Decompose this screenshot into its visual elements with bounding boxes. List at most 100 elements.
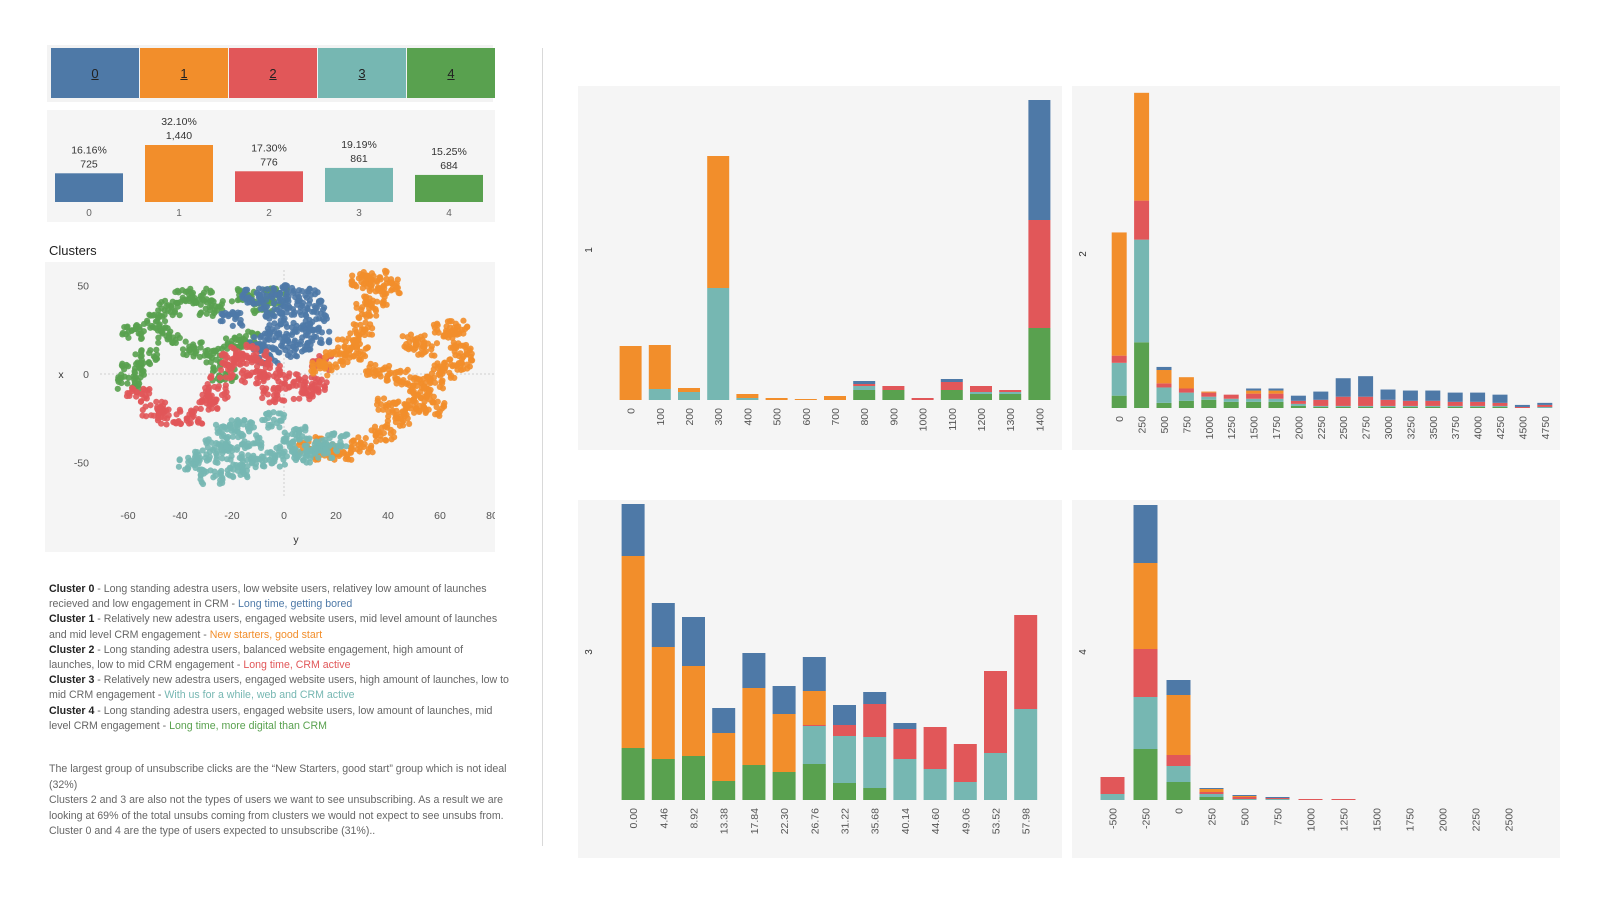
scatter-point: [356, 355, 363, 362]
scatter-point: [262, 337, 269, 344]
stacked-bar-segment: [1232, 796, 1257, 797]
stacked-bar-segment: [893, 759, 917, 800]
chart-panel-3: 3 0.00 4.46 8.92 13.38 17.84 22.30 26.76 31.22 35…: [578, 500, 1062, 858]
scatter-point: [450, 339, 457, 346]
scatter-point: [392, 419, 400, 426]
stacked-bar-segment: [999, 394, 1022, 400]
scatter-point: [403, 344, 410, 351]
chart-x-tick-label: 2000: [1438, 808, 1450, 832]
count-category-label: 1: [176, 208, 182, 219]
cluster-size-panel: 16.16% 725 0 32.10% 1,440 1 17.30% 776 2 19.19% 86…: [47, 110, 495, 222]
scatter-point: [208, 354, 216, 361]
stacked-bar-segment: [1335, 378, 1351, 397]
scatter-point: [362, 435, 369, 442]
stacked-bar-chart-1: 1 0 100 200 300 400 500 600 700 800 900 1000 1100 120…: [584, 100, 1051, 431]
legend-cluster-1[interactable]: 1: [140, 48, 228, 98]
scatter-point: [253, 380, 260, 387]
stacked-bar-segment: [1380, 406, 1396, 408]
scatter-point: [243, 344, 250, 351]
scatter-point: [385, 408, 392, 415]
stacked-bar-segment: [1156, 366, 1172, 371]
scatter-point: [400, 417, 407, 424]
stacked-bar-segment: [984, 753, 1007, 800]
scatter-point: [270, 373, 278, 380]
scatter-point: [303, 442, 310, 449]
scatter-point: [176, 406, 183, 413]
stacked-bar-segment: [1358, 406, 1374, 408]
scatter-point: [468, 350, 475, 357]
stacked-bar-segment: [853, 381, 876, 384]
legend-cluster-0[interactable]: 0: [51, 48, 139, 98]
stacked-bar-segment: [1111, 232, 1127, 356]
scatter-point: [139, 412, 146, 419]
stacked-bar-segment: [1223, 401, 1239, 408]
scatter-point: [319, 306, 327, 313]
scatter-point: [360, 280, 367, 287]
scatter-point: [315, 387, 322, 394]
chart-x-tick-label: 53.52: [991, 808, 1003, 834]
stacked-bar-segment: [1425, 400, 1441, 406]
scatter-point: [412, 374, 419, 381]
scatter-point: [399, 379, 406, 386]
chart-y-axis-label: 4: [1078, 649, 1089, 655]
legend-cluster-2[interactable]: 2: [229, 48, 317, 98]
stacked-bar-segment: [1223, 398, 1239, 402]
chart-x-tick-label: 2750: [1361, 416, 1373, 440]
scatter-point: [257, 444, 265, 452]
stacked-bar-segment: [940, 382, 963, 390]
chart-x-tick-label: -500: [1108, 808, 1120, 829]
scatter-point: [374, 395, 382, 402]
scatter-x-tick: 0: [281, 510, 287, 522]
scatter-point: [385, 362, 393, 370]
scatter-point: [293, 455, 300, 462]
scatter-point: [137, 365, 144, 373]
scatter-point: [141, 394, 148, 402]
scatter-point: [366, 287, 373, 295]
scatter-point: [175, 463, 183, 470]
scatter-point: [270, 397, 277, 404]
scatter-point: [317, 336, 324, 343]
scatter-point: [131, 368, 138, 375]
scatter-point: [277, 385, 284, 392]
scatter-point: [217, 477, 224, 484]
stacked-bar-segment: [621, 556, 645, 748]
scatter-point: [460, 366, 467, 373]
scatter-point: [244, 299, 251, 306]
legend-cluster-4[interactable]: 4: [407, 48, 495, 98]
scatter-point: [264, 449, 271, 456]
legend-cluster-3[interactable]: 3: [318, 48, 406, 98]
chart-x-tick-label: 3000: [1383, 416, 1395, 440]
scatter-point: [436, 383, 443, 391]
scatter-point: [394, 276, 401, 283]
scatter-point: [281, 315, 288, 322]
count-percent-label: 15.25%: [431, 146, 467, 158]
scatter-point: [425, 387, 432, 394]
scatter-point: [156, 409, 163, 417]
count-bar: [325, 167, 393, 202]
stacked-bar-segment: [882, 386, 905, 390]
scatter-point: [176, 334, 183, 342]
scatter-point: [217, 366, 225, 374]
scatter-point: [372, 361, 379, 369]
chart-x-tick-label: 1250: [1226, 416, 1238, 440]
stacked-bar-segment: [1111, 362, 1127, 396]
scatter-point: [340, 449, 348, 456]
scatter-point: [373, 277, 380, 285]
stacked-bar-segment: [1028, 220, 1051, 328]
scatter-point: [461, 325, 469, 333]
scatter-point: [348, 444, 355, 451]
count-percent-label: 16.16%: [71, 144, 107, 156]
scatter-point: [179, 297, 187, 304]
scatter-point: [209, 312, 216, 320]
scatter-point: [132, 325, 139, 332]
scatter-point: [197, 301, 204, 308]
scatter-point: [263, 308, 270, 315]
stacked-bar-segment: [736, 394, 759, 398]
scatter-point: [114, 385, 121, 392]
scatter-point: [227, 373, 235, 381]
scatter-point: [216, 374, 224, 381]
scatter-point: [222, 382, 229, 389]
scatter-point: [365, 445, 373, 452]
stacked-bar-segment: [1335, 406, 1351, 408]
scatter-point: [228, 444, 235, 451]
